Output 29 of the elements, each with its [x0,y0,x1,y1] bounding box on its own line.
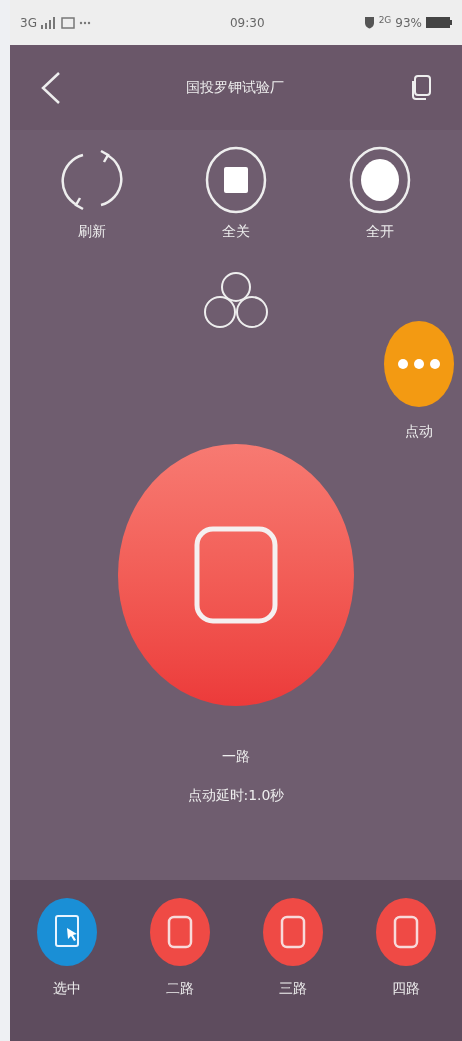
channel-button[interactable]: 四路 [349,898,462,999]
battery-icon [426,17,452,28]
nav-title: 国投罗钾试验厂 [186,78,284,97]
channel-button[interactable]: 三路 [236,898,349,999]
back-icon[interactable] [40,70,62,105]
status-time: 09:30 [230,14,265,32]
more-icon [384,321,454,407]
signal-icon [40,16,57,29]
switch-off-icon [194,526,278,624]
tap-icon [36,898,97,966]
select-button[interactable]: 选中 [10,898,123,999]
jog-button[interactable]: 点动 [384,321,454,442]
jog-delay-text: 点动延时:1.0秒 [187,786,285,805]
stop-icon [204,145,268,215]
signal-text: 3G [20,14,37,32]
switch-name: 一路 [222,747,250,766]
switch-icon [149,898,210,966]
action-button[interactable]: 全开 [308,145,452,242]
switch-icon [262,898,323,966]
channel-button[interactable]: 二路 [123,898,236,999]
more-icon [78,20,91,25]
action-button[interactable]: 全关 [164,145,308,242]
switch-icon [375,898,436,966]
network-text: 2G [378,13,392,27]
action-button[interactable]: 刷新 [20,145,164,242]
battery-text: 93% [395,14,422,32]
image-icon [60,16,75,29]
shield-icon [363,16,375,29]
record-icon [348,145,412,215]
